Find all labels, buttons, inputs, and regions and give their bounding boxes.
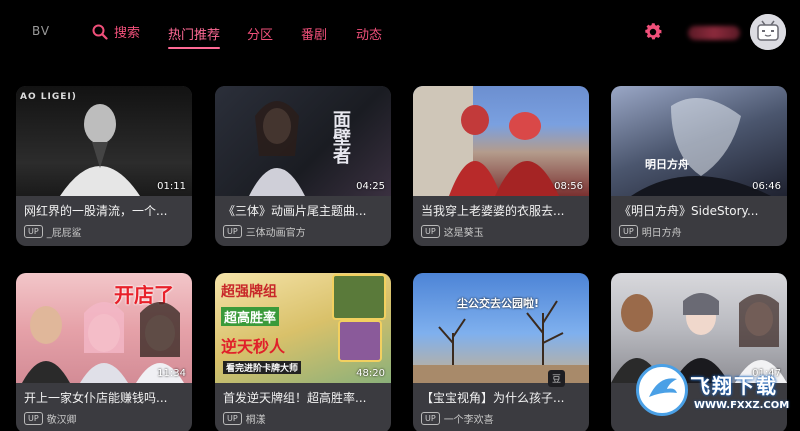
uploader-name[interactable]: 三体动画官方 [246, 224, 306, 239]
video-meta: UP 这是葵玉 [421, 224, 484, 239]
uploader-name[interactable]: 一个李欢喜 [444, 411, 494, 426]
video-thumbnail: 08:56 [413, 86, 589, 196]
people-figure-icon [22, 302, 184, 383]
video-thumbnail: 面壁者 04:25 [215, 86, 391, 196]
video-meta: UP 一个李欢喜 [421, 411, 494, 426]
video-duration: 06:46 [752, 181, 781, 192]
video-meta: UP 敬汉卿 [24, 411, 77, 426]
up-badge: UP [24, 225, 43, 238]
video-card[interactable]: 超强牌组 超高胜率 逆天秒人 看完进阶卡牌大师 48:20 首发逆天牌组！超高胜… [215, 273, 391, 431]
video-thumbnail: 开店了 11:34 [16, 273, 192, 383]
video-title: 【宝宝视角】为什么孩子... [421, 391, 565, 405]
video-thumbnail: 明日方舟 06:46 [611, 86, 787, 196]
video-card[interactable]: AO LIGEI) 01:11 网红界的一股清流，一个... UP _屁屁鲨 [16, 86, 192, 246]
video-card[interactable]: 开店了 11:34 开上一家女仆店能赚钱吗... UP 敬汉卿 [16, 273, 192, 431]
up-badge: UP [421, 225, 440, 238]
video-duration: 48:20 [356, 368, 385, 379]
video-title: 当我穿上老婆婆的衣服去... [421, 204, 565, 218]
video-meta: UP 三体动画官方 [223, 224, 306, 239]
person-figure-icon [60, 104, 140, 196]
video-duration: 04:25 [356, 181, 385, 192]
video-card[interactable]: 面壁者 04:25 《三体》动画片尾主题曲... UP 三体动画官方 [215, 86, 391, 246]
uploader-name[interactable]: _屁屁鲨 [47, 224, 82, 239]
uploader-name[interactable]: 敬汉卿 [47, 411, 77, 426]
video-card[interactable]: 08:56 当我穿上老婆婆的衣服去... UP 这是葵玉 [413, 86, 589, 246]
watermark-text: 飞翔下载 [690, 374, 778, 398]
up-badge: UP [24, 412, 43, 425]
up-badge: UP [223, 412, 242, 425]
people-figure-icon [611, 293, 787, 383]
video-title: 《明日方舟》SideStory... [619, 204, 759, 218]
uploader-name[interactable]: 桐漾 [246, 411, 266, 426]
video-title: 网红界的一股清流，一个... [24, 204, 168, 218]
up-badge: UP [421, 412, 440, 425]
watermark-logo [636, 364, 688, 416]
video-thumbnail: 01:47 [611, 273, 787, 383]
video-card[interactable]: 明日方舟 06:46 《明日方舟》SideStory... UP 明日方舟 [611, 86, 787, 246]
video-thumbnail: 超强牌组 超高胜率 逆天秒人 看完进阶卡牌大师 48:20 [215, 273, 391, 383]
up-badge: UP [223, 225, 242, 238]
watermark-url: WWW.FXXZ.COM [694, 400, 790, 411]
video-meta: UP 桐漾 [223, 411, 266, 426]
card-art-icon [332, 274, 386, 362]
video-card[interactable]: 尘公交去公园啦! 【宝宝视角】为什么孩子... UP 一个李欢喜 [413, 273, 589, 431]
video-duration: 08:56 [554, 181, 583, 192]
people-figure-icon [413, 86, 559, 196]
video-meta: UP 明日方舟 [619, 224, 682, 239]
video-title: 开上一家女仆店能赚钱吗... [24, 391, 168, 405]
video-meta: UP _屁屁鲨 [24, 224, 82, 239]
person-figure-icon [249, 101, 305, 196]
video-title: 首发逆天牌组！超高胜率... [223, 391, 367, 405]
app-root: BV 搜索 热门推荐 分区 番剧 动态 AO LIGEI) 01:11 网红界的… [0, 0, 800, 431]
video-thumbnail: 尘公交去公园啦! [413, 273, 589, 383]
tree-scene-icon [413, 300, 589, 383]
video-thumbnail: AO LIGEI) 01:11 [16, 86, 192, 196]
thumb-caption: 明日方舟 [645, 158, 689, 171]
up-badge: UP [619, 225, 638, 238]
video-duration: 01:11 [157, 181, 186, 192]
floating-tag: 豆 [548, 370, 566, 387]
thumb-caption: 面壁者 [330, 110, 351, 164]
watermark-bird-icon [649, 378, 677, 397]
video-duration: 11:34 [157, 368, 186, 379]
video-title: 《三体》动画片尾主题曲... [223, 204, 367, 218]
artwork-icon [631, 98, 771, 196]
uploader-name[interactable]: 明日方舟 [642, 224, 682, 239]
uploader-name[interactable]: 这是葵玉 [444, 224, 484, 239]
